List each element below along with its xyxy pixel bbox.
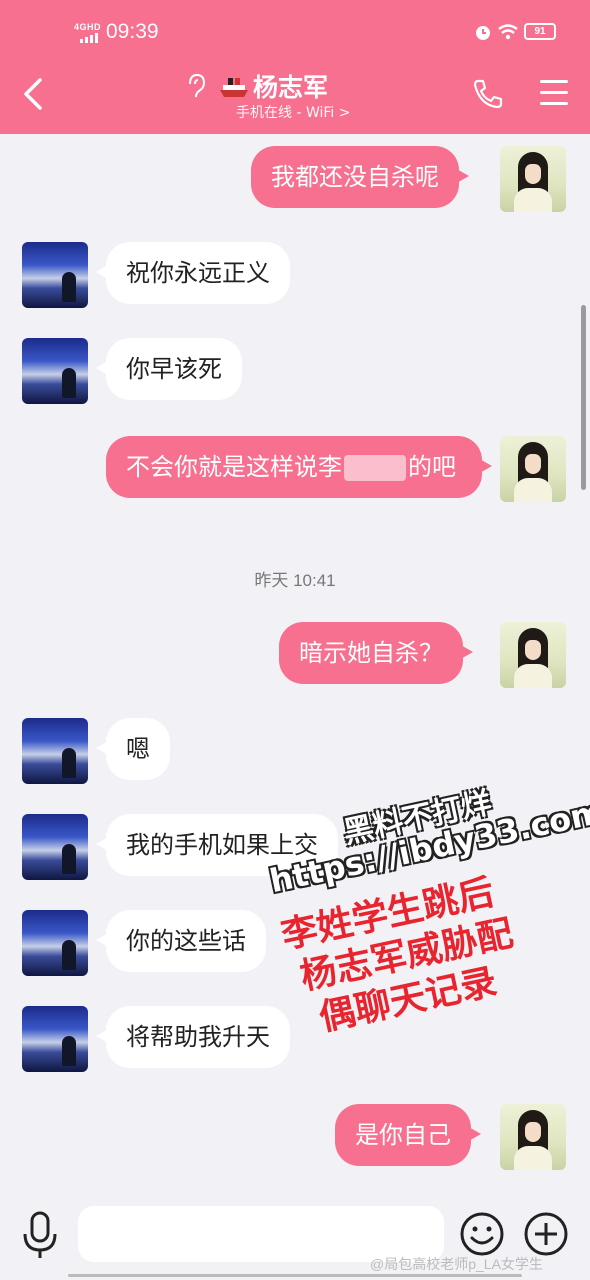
- watermark-caption-line: 杨志军威胁配: [296, 911, 517, 998]
- contact-avatar[interactable]: [22, 814, 88, 880]
- contact-avatar[interactable]: [22, 338, 88, 404]
- message-bubble-sent[interactable]: 我都还没自杀呢: [251, 146, 469, 208]
- home-indicator: [68, 1274, 522, 1277]
- chat-header: 杨志军 手机在线 - WiFi >: [0, 62, 590, 134]
- avatar-robe: [514, 1146, 552, 1170]
- redaction-blur: [344, 455, 406, 481]
- watermark-caption-line: 李姓学生跳后: [277, 870, 498, 957]
- avatar-robe: [514, 478, 552, 502]
- contact-avatar[interactable]: [22, 718, 88, 784]
- self-avatar[interactable]: [500, 146, 566, 212]
- message-bubble-sent[interactable]: 是你自己: [335, 1104, 481, 1166]
- menu-line: [540, 102, 568, 105]
- avatar-face: [525, 454, 541, 474]
- microphone-button[interactable]: [20, 1210, 60, 1260]
- self-avatar[interactable]: [500, 622, 566, 688]
- message-bubble-received[interactable]: 你的这些话: [96, 910, 266, 972]
- self-avatar[interactable]: [500, 436, 566, 502]
- contact-status[interactable]: 手机在线 - WiFi >: [236, 102, 350, 122]
- avatar-robe: [514, 188, 552, 212]
- status-bar: 4GHD 09:39 91: [0, 0, 590, 62]
- signal-icon: [80, 33, 98, 43]
- watermark-caption-line: 偶聊天记录: [315, 960, 501, 1039]
- watermark-overlay: 黑料不打烊 https://ibdy33.com 李姓学生跳后 杨志军威胁配 偶…: [249, 757, 590, 1062]
- ear-icon: [189, 73, 206, 98]
- message-bubble-received[interactable]: 你早该死: [96, 338, 242, 400]
- message-bubble-sent[interactable]: 暗示她自杀？: [279, 622, 473, 684]
- menu-button[interactable]: [538, 80, 570, 108]
- clock-time: 09:39: [106, 20, 159, 43]
- avatar-face: [525, 640, 541, 660]
- message-text: 不会你就是这样说李: [126, 453, 342, 481]
- network-type: 4GHD: [74, 22, 102, 32]
- weibo-credit: @局包高校老师p_LA女学生: [370, 1256, 543, 1272]
- avatar-robe: [514, 664, 552, 688]
- contact-avatar[interactable]: [22, 242, 88, 308]
- message-bubble-received[interactable]: 我的手机如果上交: [96, 814, 338, 876]
- message-text: 的吧: [408, 453, 456, 481]
- plus-button[interactable]: [522, 1210, 570, 1258]
- emoji-button[interactable]: [458, 1210, 506, 1258]
- message-bubble-received[interactable]: 将帮助我升天: [96, 1006, 290, 1068]
- phone-call-button[interactable]: [470, 76, 506, 112]
- alarm-icon: [476, 26, 490, 40]
- message-bubble-received[interactable]: 嗯: [96, 718, 170, 780]
- ship-icon: [220, 78, 248, 97]
- wifi-icon: [498, 24, 518, 40]
- contact-name[interactable]: 杨志军: [253, 68, 328, 104]
- scrollbar[interactable]: [581, 305, 586, 490]
- message-bubble-sent[interactable]: 不会你就是这样说李 的吧: [106, 436, 492, 498]
- watermark-title: 黑料不打烊: [340, 785, 495, 851]
- avatar-face: [525, 164, 541, 184]
- time-divider: 昨天 10:41: [254, 571, 336, 590]
- menu-line: [540, 80, 568, 83]
- contact-avatar[interactable]: [22, 910, 88, 976]
- contact-avatar[interactable]: [22, 1006, 88, 1072]
- message-bubble-received[interactable]: 祝你永远正义: [96, 242, 290, 304]
- back-button[interactable]: [18, 76, 50, 112]
- self-avatar[interactable]: [500, 1104, 566, 1170]
- menu-line: [540, 91, 568, 94]
- battery-indicator: 91: [524, 23, 556, 40]
- avatar-face: [525, 1122, 541, 1142]
